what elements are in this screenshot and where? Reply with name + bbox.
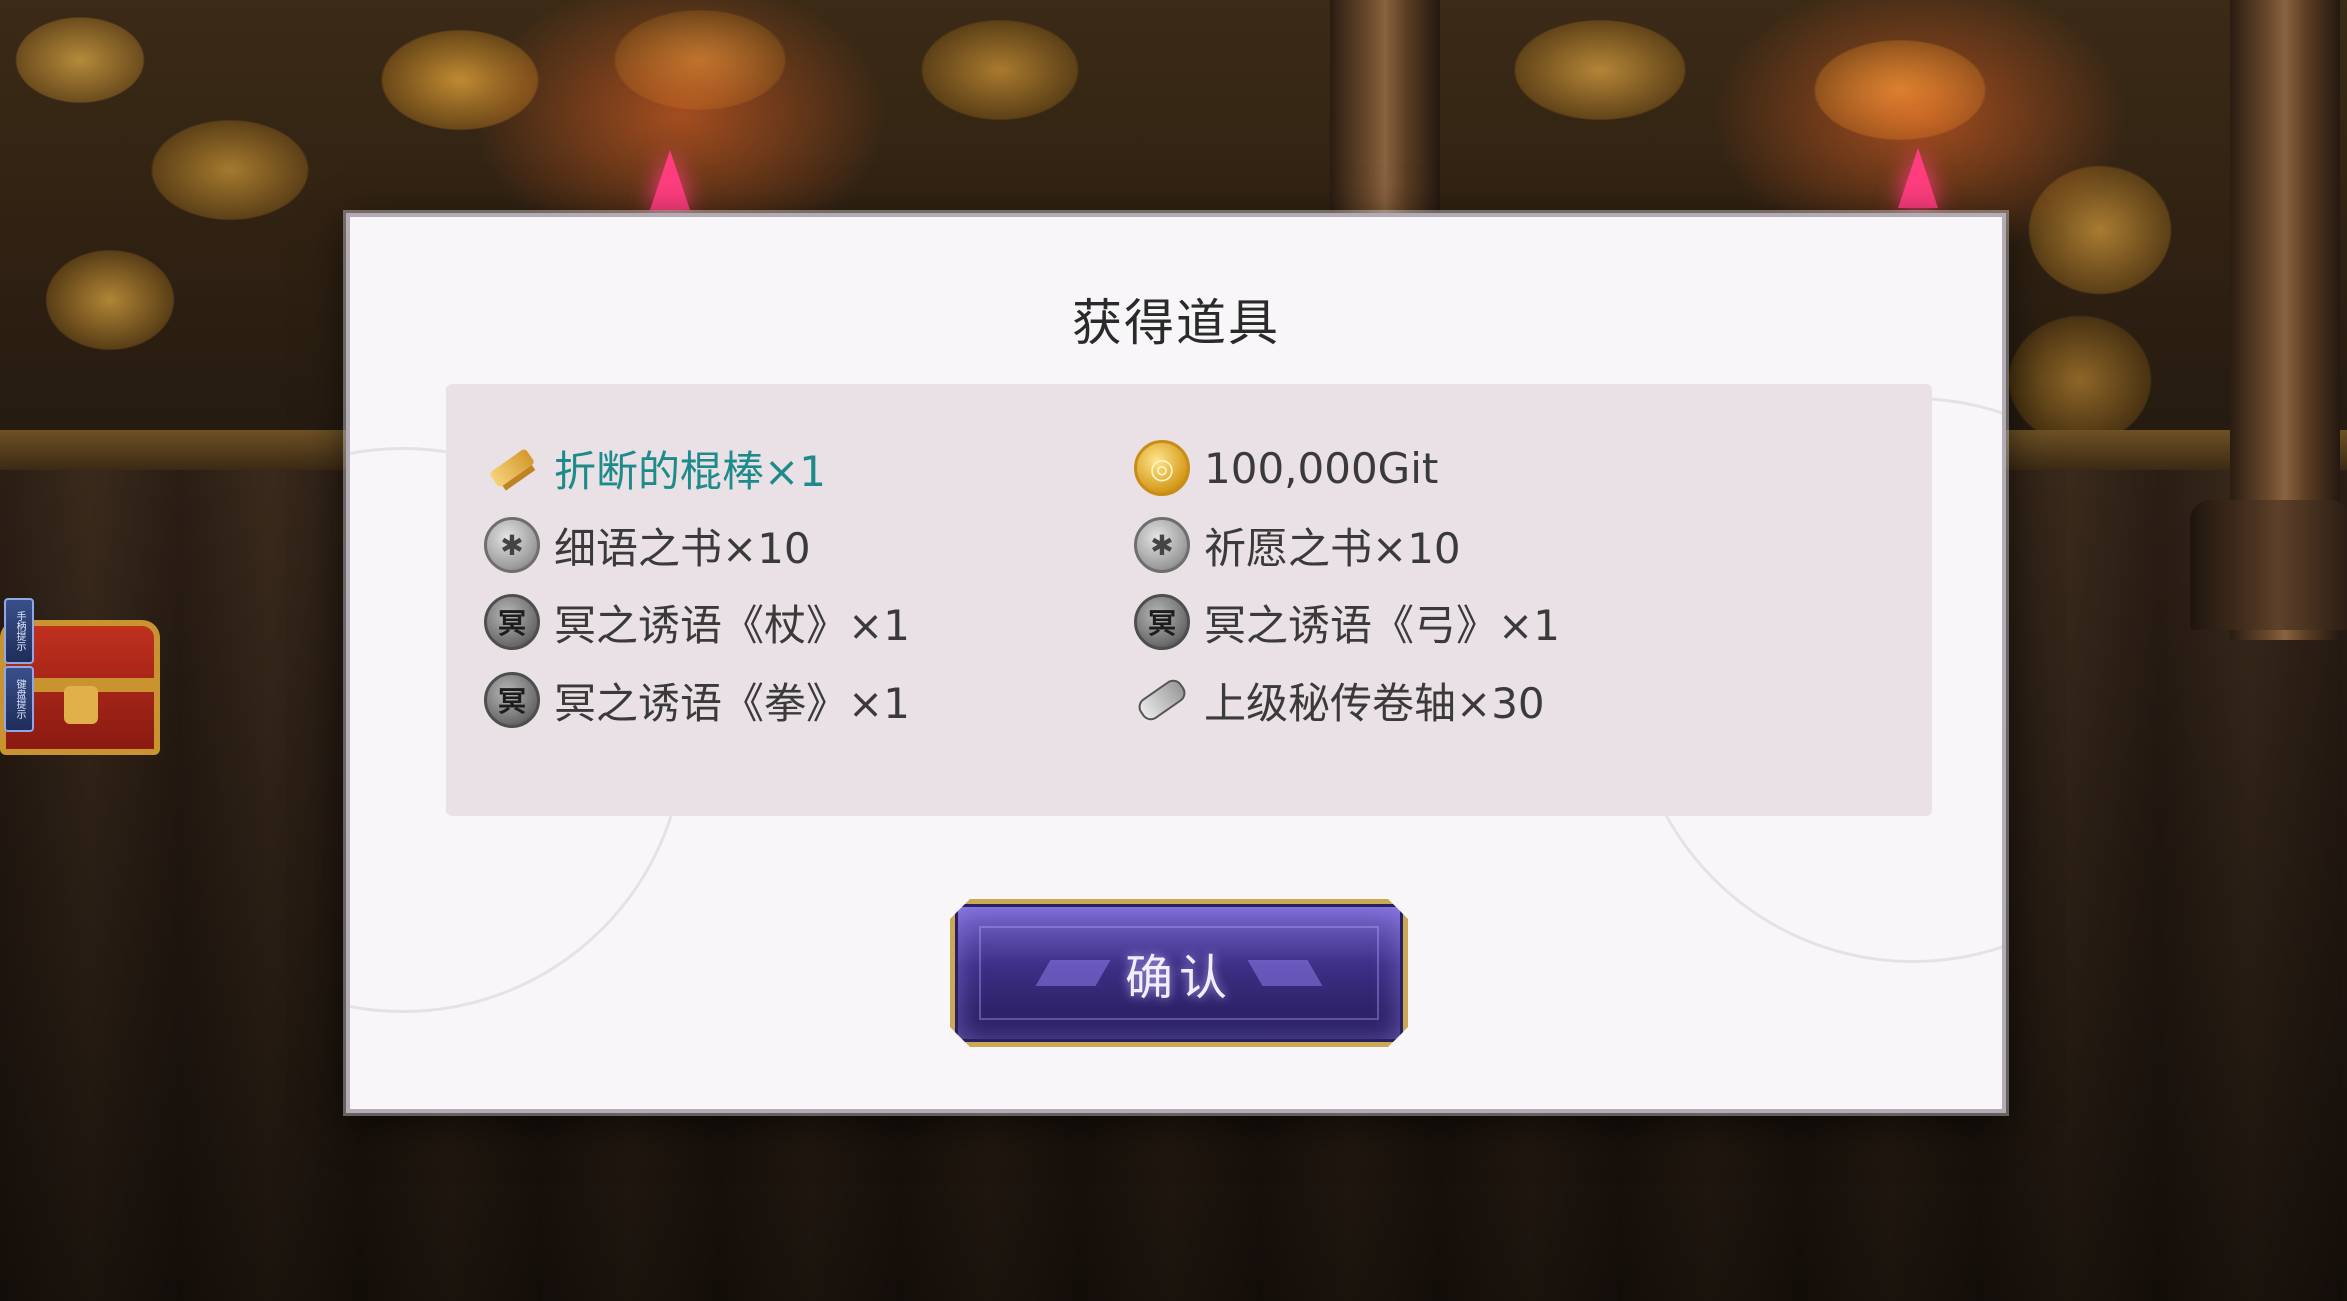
- reward-item-label: 冥之诱语《弓》×1: [1204, 600, 1560, 650]
- reward-item: ✱ 祈愿之书×10: [1134, 513, 1461, 577]
- reward-dialog: 获得道具 折断的棍棒×1 ✱ 细语之书×10 冥 冥之诱语《杖》×1 冥 冥之诱…: [346, 213, 2006, 1113]
- gold-coin-icon: ◎: [1134, 440, 1190, 496]
- side-tab-gamepad-hint[interactable]: 手柄提示: [4, 598, 34, 664]
- reward-items-panel: 折断的棍棒×1 ✱ 细语之书×10 冥 冥之诱语《杖》×1 冥 冥之诱语《拳》×…: [446, 384, 1932, 816]
- whisper-book-icon: ✱: [484, 517, 540, 573]
- reward-item: ✱ 细语之书×10: [484, 513, 811, 577]
- confirm-button-label: 确认: [1124, 950, 1233, 1006]
- dark-rune-icon: 冥: [484, 594, 540, 650]
- reward-item: 冥 冥之诱语《拳》×1: [484, 668, 910, 732]
- reward-item: ◎ 100,000Git: [1134, 436, 1438, 500]
- dark-rune-icon: 冥: [484, 672, 540, 728]
- wish-book-icon: ✱: [1134, 517, 1190, 573]
- dialog-title: 获得道具: [1072, 294, 1280, 352]
- reward-item-label: 冥之诱语《拳》×1: [554, 678, 910, 728]
- reward-item-label: 祈愿之书×10: [1204, 523, 1461, 573]
- reward-item-label: 折断的棍棒×1: [554, 446, 826, 496]
- reward-item: 折断的棍棒×1: [484, 436, 826, 500]
- reward-item-label: 冥之诱语《杖》×1: [554, 600, 910, 650]
- reward-item: 上级秘传卷轴×30: [1134, 668, 1545, 732]
- reward-item-label: 100,000Git: [1204, 443, 1439, 493]
- dark-rune-icon: 冥: [1134, 594, 1190, 650]
- reward-item: 冥 冥之诱语《弓》×1: [1134, 590, 1560, 654]
- confirm-button[interactable]: 确认: [950, 899, 1408, 1047]
- scroll-icon: [1134, 672, 1190, 728]
- reward-item-label: 上级秘传卷轴×30: [1204, 678, 1545, 728]
- reward-item: 冥 冥之诱语《杖》×1: [484, 590, 910, 654]
- pillar-base: [2190, 500, 2347, 630]
- side-tab-keyboard-hint[interactable]: 键盘提示: [4, 666, 34, 732]
- reward-item-label: 细语之书×10: [554, 523, 811, 573]
- broken-club-icon: [484, 440, 540, 496]
- torch-flame-right-icon: [1898, 148, 1938, 208]
- torch-flame-left-icon: [650, 150, 690, 210]
